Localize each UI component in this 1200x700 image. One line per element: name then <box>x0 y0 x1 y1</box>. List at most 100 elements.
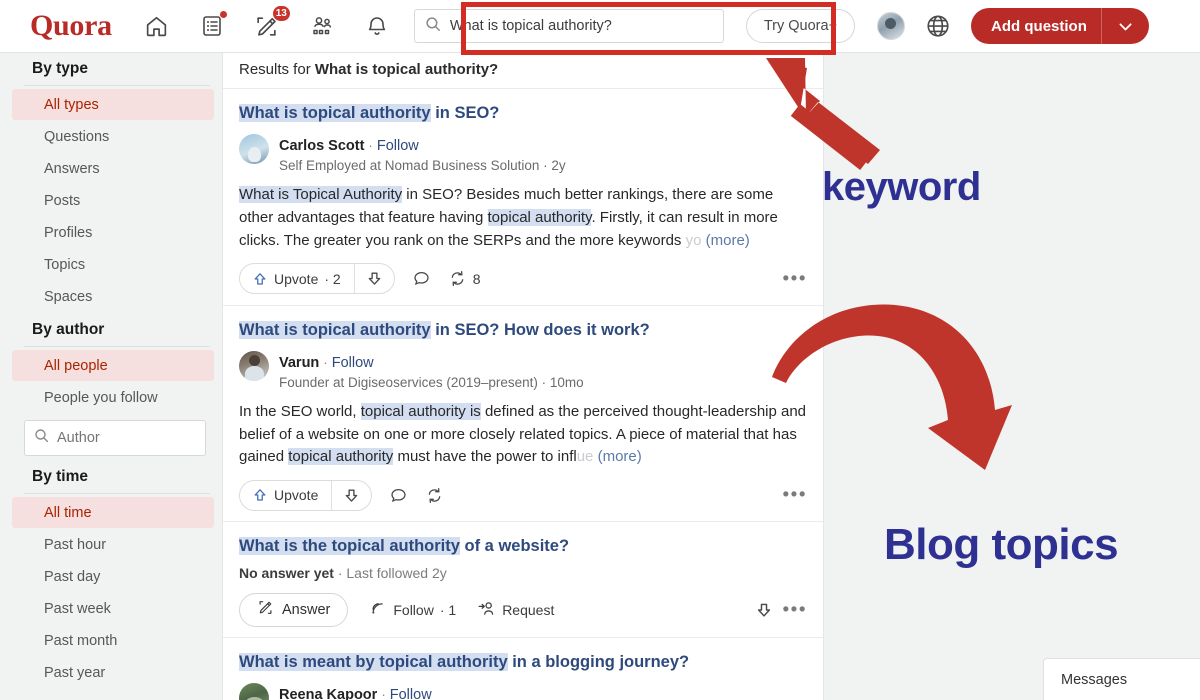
avatar[interactable] <box>239 683 269 700</box>
snippet-highlight: topical authority <box>487 209 592 227</box>
answer-button[interactable]: Answer <box>239 592 349 627</box>
result-author: Carlos Scott · Follow Self Employed at N… <box>239 134 807 175</box>
share-count: 8 <box>472 270 481 287</box>
credential-text: Founder at Digiseoservices (2019–present… <box>279 374 538 390</box>
search-result-item: What is meant by topical authority in a … <box>223 636 823 700</box>
share-repost-icon[interactable]: 8 <box>448 269 481 288</box>
more-link[interactable]: (more) <box>706 232 750 249</box>
sidebar-item-past-year[interactable]: Past year <box>12 657 214 688</box>
filters-sidebar: By type All types Questions Answers Post… <box>0 53 222 700</box>
avatar[interactable] <box>239 351 269 382</box>
sidebar-item-spaces[interactable]: Spaces <box>12 281 214 312</box>
snippet-highlight: What is Topical Authority <box>239 186 403 204</box>
post-time: 2y <box>551 158 566 174</box>
vote-pill: Upvote <box>239 479 373 511</box>
snippet-text: In the SEO world, <box>239 402 361 420</box>
follow-link[interactable]: Follow <box>377 138 419 154</box>
author-meta: Carlos Scott · Follow Self Employed at N… <box>279 134 566 175</box>
result-action-bar: Upvote ••• <box>239 478 807 512</box>
comment-bubble-icon[interactable] <box>389 486 408 505</box>
search-result-item: What is topical authority in SEO? Carlos… <box>223 88 823 305</box>
result-title[interactable]: What is topical authority in SEO? How do… <box>239 320 807 341</box>
answer-pencil-icon[interactable]: 13 <box>252 5 291 41</box>
author-name[interactable]: Varun <box>279 355 319 371</box>
sidebar-item-all-people[interactable]: All people <box>12 350 214 381</box>
request-button[interactable]: Request <box>477 599 554 621</box>
meta-separator: · <box>319 354 332 371</box>
upvote-button[interactable]: Upvote · 2 <box>240 264 354 293</box>
overflow-menu-icon[interactable]: ••• <box>783 269 807 288</box>
add-question-button[interactable]: Add question <box>971 8 1149 44</box>
follow-question-button[interactable]: Follow · 1 <box>369 599 456 620</box>
rss-follow-icon <box>369 599 387 620</box>
avatar[interactable] <box>239 134 269 165</box>
overflow-menu-icon[interactable]: ••• <box>783 600 807 619</box>
sidebar-item-people-you-follow[interactable]: People you follow <box>12 382 214 413</box>
search-result-item: What is the topical authority of a websi… <box>223 521 823 636</box>
sidebar-section-title-by-time: By time <box>32 468 88 485</box>
sidebar-divider <box>24 346 210 347</box>
results-for-prefix: Results for <box>239 61 315 78</box>
author-search-box[interactable] <box>24 420 206 456</box>
author-name[interactable]: Reena Kapoor <box>279 687 377 700</box>
result-title-highlight: What is topical authority <box>239 104 431 122</box>
top-header: Quora 13 What is topical authority? Try … <box>0 0 1200 53</box>
spaces-people-icon[interactable] <box>307 11 337 41</box>
user-avatar[interactable] <box>877 12 906 40</box>
search-bar[interactable] <box>413 9 724 43</box>
author-credential: Self Employed at Nomad Business Solution… <box>279 158 566 174</box>
feed-list-icon[interactable] <box>197 10 228 41</box>
sidebar-item-past-day[interactable]: Past day <box>12 561 214 592</box>
result-title[interactable]: What is the topical authority of a websi… <box>239 536 807 557</box>
try-quora-plus-button[interactable]: Try Quora+ <box>745 9 856 43</box>
sidebar-item-past-hour[interactable]: Past hour <box>12 529 214 560</box>
request-label: Request <box>502 601 555 618</box>
overflow-menu-icon[interactable]: ••• <box>783 486 807 505</box>
home-icon[interactable] <box>142 11 172 41</box>
share-repost-icon[interactable] <box>425 486 444 505</box>
downvote-arrow-icon[interactable] <box>332 481 371 510</box>
chevron-down-icon[interactable] <box>1102 18 1149 35</box>
quora-logo[interactable]: Quora <box>30 11 112 41</box>
sidebar-item-all-time[interactable]: All time <box>12 497 214 528</box>
follow-link[interactable]: Follow <box>390 687 432 700</box>
upvote-button[interactable]: Upvote <box>240 481 331 510</box>
result-title[interactable]: What is topical authority in SEO? <box>239 103 807 124</box>
downvote-arrow-icon[interactable] <box>355 264 394 293</box>
author-meta: Varun · Follow Founder at Digiseoservice… <box>279 351 584 392</box>
comment-bubble-icon[interactable] <box>412 269 431 288</box>
no-answer-status: No answer yet · Last followed 2y <box>239 565 807 581</box>
author-search-input[interactable] <box>57 430 196 446</box>
sidebar-item-posts[interactable]: Posts <box>12 185 214 216</box>
upvote-count: · 2 <box>324 270 341 287</box>
follow-label: Follow <box>393 601 434 618</box>
meta-separator: · <box>364 137 377 154</box>
downvote-arrow-icon[interactable] <box>755 601 773 619</box>
result-title-rest: in SEO? How does it work? <box>430 320 650 339</box>
feed-notification-dot <box>218 10 228 19</box>
sidebar-item-all-types[interactable]: All types <box>12 89 214 120</box>
messages-panel[interactable]: Messages <box>1043 658 1200 700</box>
snippet-faded: ue <box>576 448 594 466</box>
annotation-label-keyword: keyword <box>822 165 981 209</box>
follow-link[interactable]: Follow <box>332 355 374 371</box>
search-input[interactable] <box>449 18 713 34</box>
vote-pill: Upvote · 2 <box>239 263 395 295</box>
globe-icon[interactable] <box>925 13 951 39</box>
sidebar-item-answers[interactable]: Answers <box>12 153 214 184</box>
sidebar-item-past-month[interactable]: Past month <box>12 625 214 656</box>
sidebar-item-topics[interactable]: Topics <box>12 249 214 280</box>
snippet-highlight: topical authority <box>288 448 394 466</box>
result-title-highlight: What is the topical authority <box>239 537 460 556</box>
results-for-query: What is topical authority? <box>314 61 499 78</box>
sidebar-item-past-week[interactable]: Past week <box>12 593 214 624</box>
meta-separator: · <box>377 686 390 700</box>
result-snippet: What is Topical Authority in SEO? Beside… <box>239 184 807 252</box>
sidebar-item-questions[interactable]: Questions <box>12 121 214 152</box>
more-link[interactable]: (more) <box>598 448 642 465</box>
notifications-bell-icon[interactable] <box>362 11 392 41</box>
sidebar-item-profiles[interactable]: Profiles <box>12 217 214 248</box>
author-name[interactable]: Carlos Scott <box>279 138 364 154</box>
post-time: 10mo <box>549 374 584 390</box>
result-title[interactable]: What is meant by topical authority in a … <box>239 652 807 673</box>
